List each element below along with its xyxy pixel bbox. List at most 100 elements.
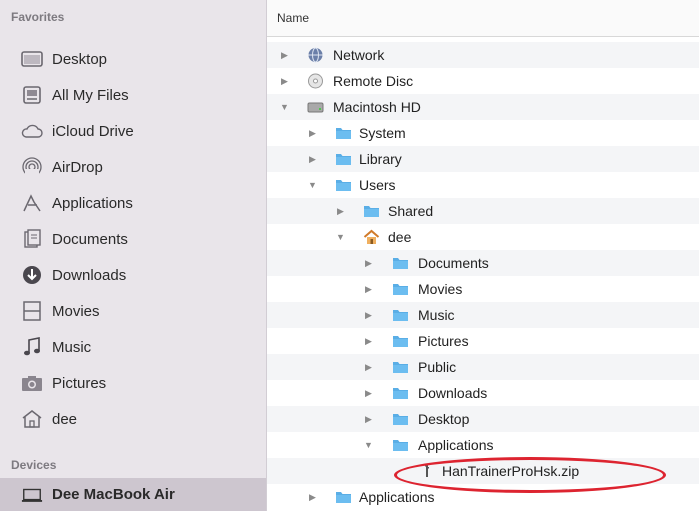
disclosure-triangle-collapsed-icon[interactable]: ▶ (365, 414, 372, 424)
name-column-header[interactable]: Name (267, 0, 699, 37)
disclosure-triangle-expanded-icon[interactable]: ▼ (280, 102, 289, 112)
sidebar-item-label: Documents (52, 230, 128, 248)
list-row-downloads[interactable]: ▶ Downloads (267, 380, 699, 406)
downloads-icon (21, 264, 43, 286)
disclosure-triangle-expanded-icon[interactable]: ▼ (308, 180, 317, 190)
file-name: Music (418, 307, 455, 323)
sidebar-item-documents[interactable]: Documents (0, 224, 266, 254)
folder-icon (392, 333, 409, 349)
file-name: Downloads (418, 385, 488, 401)
list-row-library[interactable]: ▶ Library (267, 146, 699, 172)
list-row-remote-disc[interactable]: ▶ Remote Disc (267, 68, 699, 94)
desktop-icon (21, 48, 43, 70)
sidebar-item-dee[interactable]: dee (0, 404, 266, 434)
disclosure-triangle-collapsed-icon[interactable]: ▶ (365, 388, 372, 398)
disclosure-triangle-collapsed-icon[interactable]: ▶ (365, 284, 372, 294)
list-row-pictures[interactable]: ▶ Pictures (267, 328, 699, 354)
disclosure-triangle-collapsed-icon[interactable]: ▶ (365, 362, 372, 372)
file-name: Users (359, 177, 396, 193)
folder-icon (363, 203, 380, 219)
sidebar-item-all-my-files[interactable]: All My Files (0, 80, 266, 110)
highlight-annotation-ring (394, 457, 666, 493)
music-icon (21, 336, 43, 358)
sidebar-item-label: All My Files (52, 86, 129, 104)
disclosure-triangle-collapsed-icon[interactable]: ▶ (365, 336, 372, 346)
devices-heading: Devices (11, 458, 57, 472)
sidebar-item-icloud-drive[interactable]: iCloud Drive (0, 116, 266, 146)
file-name: System (359, 125, 406, 141)
sidebar-item-label: Dee MacBook Air (52, 486, 175, 503)
folder-icon (335, 151, 352, 167)
list-row-music[interactable]: ▶ Music (267, 302, 699, 328)
all-my-files-icon (21, 84, 43, 106)
list-row-users[interactable]: ▼ Users (267, 172, 699, 198)
list-row-applications-user[interactable]: ▼ Applications (267, 432, 699, 458)
file-name: Macintosh HD (333, 99, 421, 115)
folder-icon (392, 437, 409, 453)
list-row-network[interactable]: ▶ Network (267, 42, 699, 68)
disclosure-triangle-collapsed-icon[interactable]: ▶ (281, 76, 288, 86)
sidebar-item-airdrop[interactable]: AirDrop (0, 152, 266, 182)
sidebar-item-desktop[interactable]: Desktop (0, 44, 266, 74)
disclosure-triangle-collapsed-icon[interactable]: ▶ (281, 50, 288, 60)
sidebar-item-music[interactable]: Music (0, 332, 266, 362)
list-row-desktop[interactable]: ▶ Desktop (267, 406, 699, 432)
list-row-movies[interactable]: ▶ Movies (267, 276, 699, 302)
list-row-shared[interactable]: ▶ Shared (267, 198, 699, 224)
sidebar-item-label: Desktop (52, 50, 108, 68)
sidebar-item-label: Pictures (52, 374, 107, 392)
airdrop-icon (21, 156, 43, 178)
file-name: Network (333, 47, 385, 63)
disclosure-triangle-collapsed-icon[interactable]: ▶ (309, 492, 316, 502)
hard-drive-icon (307, 99, 324, 115)
list-row-documents[interactable]: ▶ Documents (267, 250, 699, 276)
file-name: Movies (418, 281, 463, 297)
disclosure-triangle-collapsed-icon[interactable]: ▶ (337, 206, 344, 216)
sidebar-item-movies[interactable]: Movies (0, 296, 266, 326)
file-name: Shared (388, 203, 434, 219)
disclosure-triangle-collapsed-icon[interactable]: ▶ (309, 154, 316, 164)
folder-icon (335, 177, 352, 193)
disclosure-triangle-collapsed-icon[interactable]: ▶ (309, 128, 316, 138)
list-row-dee[interactable]: ▼ dee (267, 224, 699, 250)
disclosure-triangle-collapsed-icon[interactable]: ▶ (365, 310, 372, 320)
disclosure-triangle-expanded-icon[interactable]: ▼ (336, 232, 345, 242)
sidebar-item-label: Music (52, 338, 92, 356)
file-name: dee (388, 229, 412, 245)
disclosure-triangle-collapsed-icon[interactable]: ▶ (365, 258, 372, 268)
folder-icon (392, 255, 409, 271)
list-row-system[interactable]: ▶ System (267, 120, 699, 146)
list-row-public[interactable]: ▶ Public (267, 354, 699, 380)
sidebar: Favorites Desktop All My Files iCloud Dr… (0, 0, 267, 511)
documents-icon (21, 228, 43, 250)
sidebar-item-label: iCloud Drive (52, 122, 134, 140)
folder-icon (335, 125, 352, 141)
disclosure-triangle-expanded-icon[interactable]: ▼ (364, 440, 373, 450)
sidebar-item-dee-macbook-air[interactable]: Dee MacBook Air (0, 478, 266, 511)
sidebar-item-downloads[interactable]: Downloads (0, 260, 266, 290)
file-name: Public (418, 359, 457, 375)
file-name: Remote Disc (333, 73, 414, 89)
laptop-icon (21, 484, 43, 506)
list-row-macintosh-hd[interactable]: ▼ Macintosh HD (267, 94, 699, 120)
folder-icon (392, 281, 409, 297)
folder-icon (392, 307, 409, 323)
file-name: Desktop (418, 411, 470, 427)
sidebar-item-applications[interactable]: Applications (0, 188, 266, 218)
sidebar-item-label: Downloads (52, 266, 127, 284)
movies-icon (21, 300, 43, 322)
remote-disc-icon (307, 73, 324, 89)
home-icon (21, 408, 43, 430)
folder-icon (335, 489, 352, 505)
applications-icon (21, 192, 43, 214)
file-name: Applications (418, 437, 494, 453)
favorites-heading: Favorites (11, 10, 65, 24)
cloud-icon (21, 120, 43, 142)
sidebar-item-label: dee (52, 410, 78, 428)
sidebar-item-pictures[interactable]: Pictures (0, 368, 266, 398)
home-folder-icon (363, 229, 380, 245)
sidebar-item-label: AirDrop (52, 158, 103, 176)
pictures-icon (21, 372, 43, 394)
file-list: Name ▶ Network ▶ Remote Disc ▼ Macintosh… (267, 0, 699, 511)
file-name: Applications (359, 489, 435, 505)
